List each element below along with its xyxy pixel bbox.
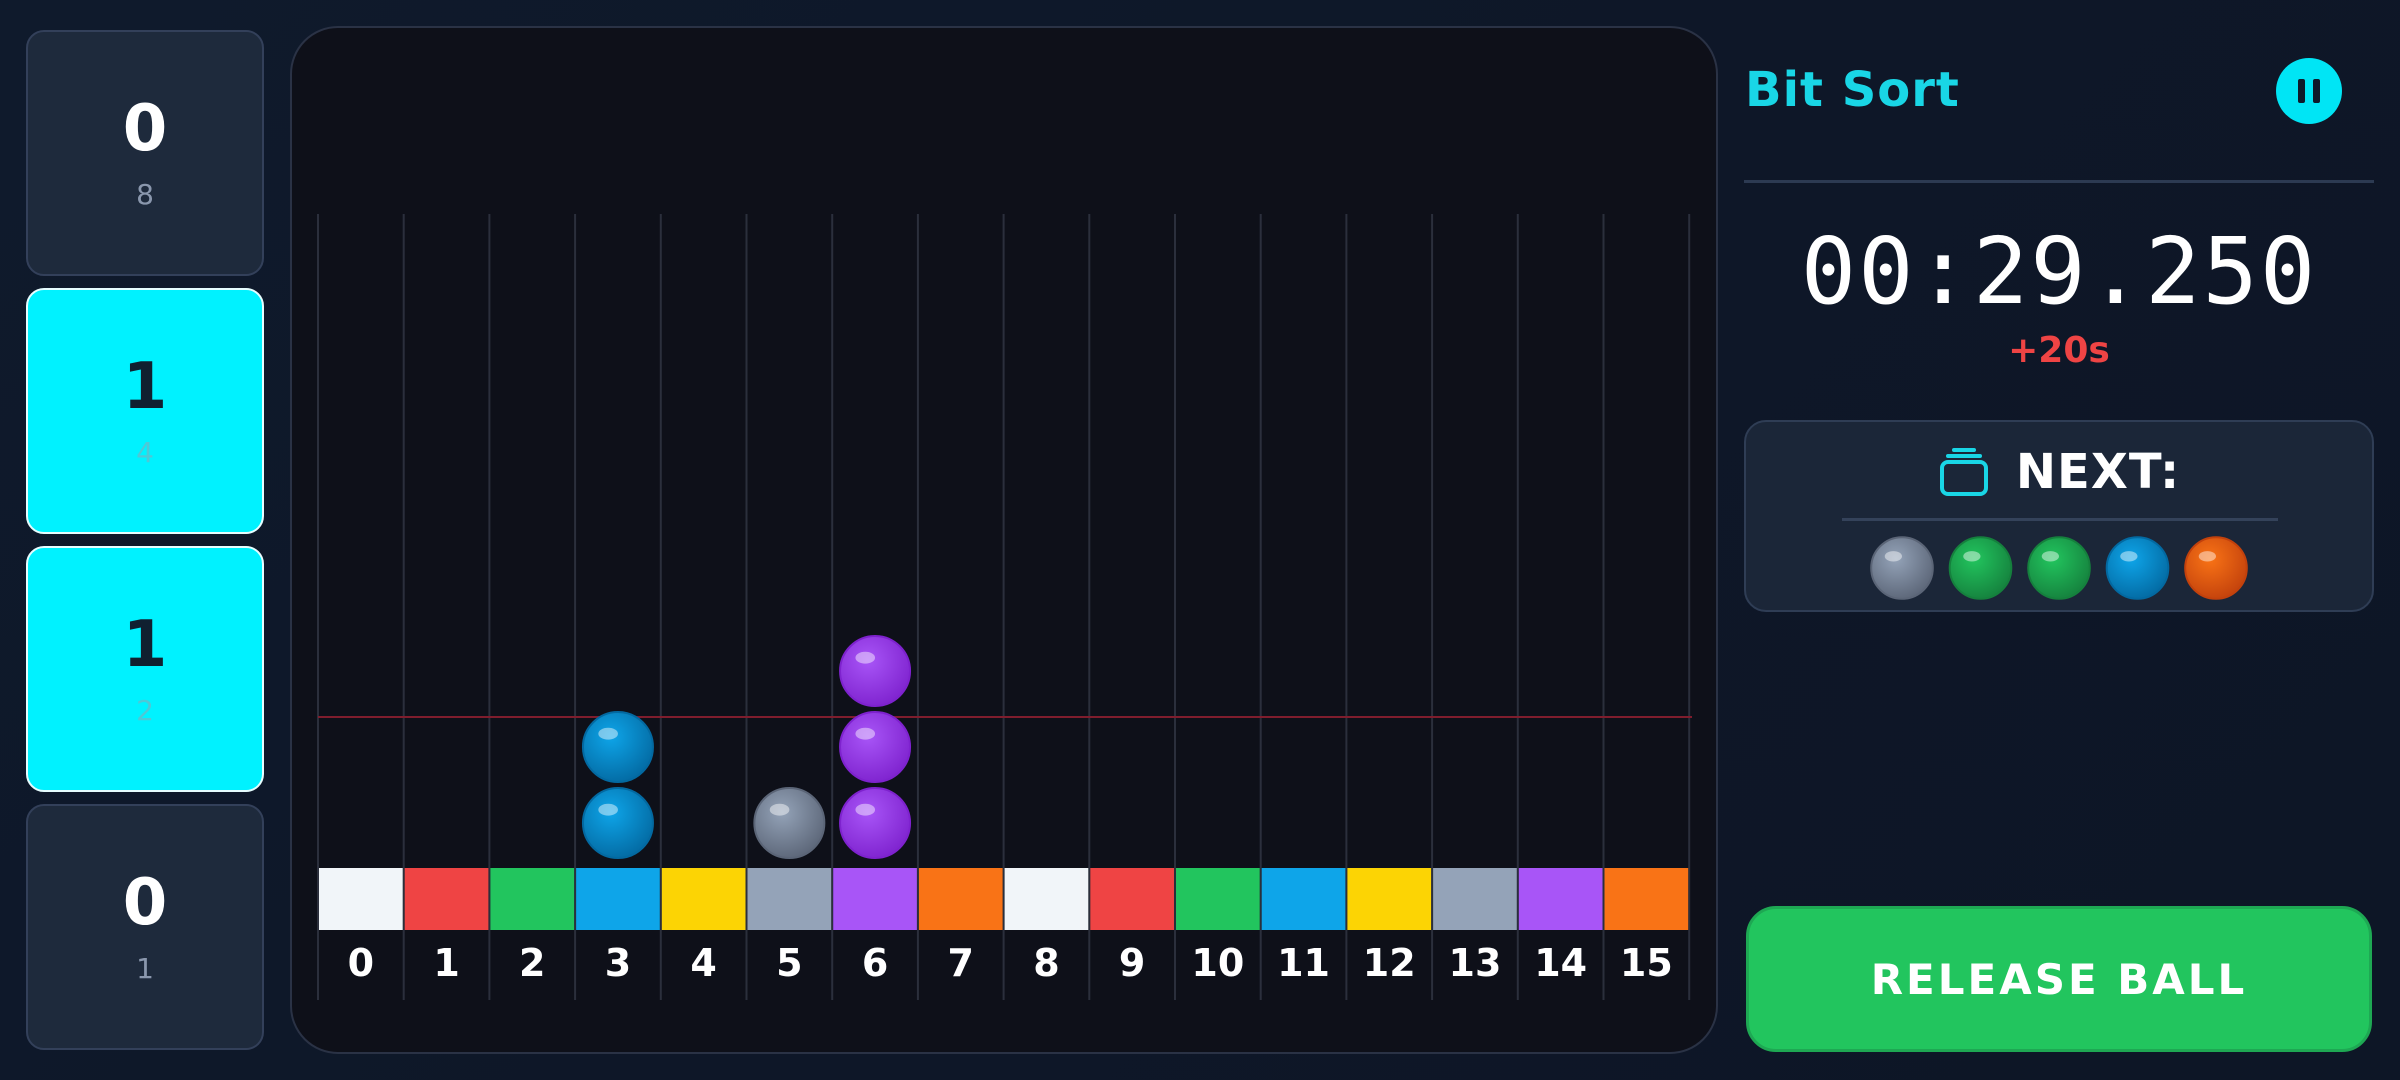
column-label: 7 <box>948 941 974 985</box>
green-ball <box>2027 536 2091 600</box>
pause-icon-bar <box>2313 79 2320 103</box>
bit-weight: 2 <box>136 694 154 727</box>
board-canvas: 0 1 2 3 4 5 6 7 8 9 10 11 12 13 14 15 <box>317 214 1692 1000</box>
column-label: 15 <box>1620 941 1673 985</box>
timer-display: 00:29.250 <box>1800 218 2318 325</box>
bit-value: 0 <box>122 866 168 940</box>
column-labels: 0 1 2 3 4 5 6 7 8 9 10 11 12 13 14 15 <box>348 941 1673 985</box>
next-header: NEXT: <box>1746 444 2372 500</box>
game-screen: 0 8 1 4 1 2 0 1 0 1 2 3 4 5 6 7 8 9 10 11 12 13 14 15 B… <box>0 0 2400 1080</box>
pause-button[interactable] <box>2276 58 2342 124</box>
bit-weight: 1 <box>136 952 154 985</box>
gray-ball <box>1870 536 1934 600</box>
bit-toggle-1[interactable]: 0 1 <box>26 804 264 1050</box>
purple-ball <box>839 787 912 859</box>
stack-layers-icon <box>1939 448 1988 496</box>
column-label: 2 <box>519 941 545 985</box>
bit-value: 1 <box>122 608 168 682</box>
bit-toggle-4[interactable]: 1 4 <box>26 288 264 534</box>
color-tile <box>833 868 917 930</box>
column-label: 4 <box>690 941 716 985</box>
bit-weight: 8 <box>136 178 154 211</box>
blue-ball <box>2105 536 2170 600</box>
column-label: 5 <box>776 941 802 985</box>
color-tile <box>319 868 403 930</box>
color-tile <box>918 868 1003 930</box>
game-title: Bit Sort <box>1745 62 1960 118</box>
column-label: 6 <box>862 941 888 985</box>
next-queue-card: NEXT: <box>1744 420 2374 612</box>
bit-value: 0 <box>122 92 168 166</box>
color-tile <box>1176 868 1260 930</box>
color-tile <box>661 868 746 930</box>
color-tile <box>1518 868 1603 930</box>
column-label: 3 <box>605 941 631 985</box>
color-tile <box>576 868 660 930</box>
blue-ball <box>581 711 654 783</box>
color-tile <box>404 868 489 930</box>
purple-ball <box>839 711 912 783</box>
column-label: 13 <box>1449 941 1502 985</box>
column-label: 10 <box>1191 941 1244 985</box>
column-label: 14 <box>1534 941 1587 985</box>
release-ball-button[interactable]: RELEASE BALL <box>1746 906 2372 1052</box>
color-tile <box>1090 868 1174 930</box>
purple-ball <box>839 635 912 707</box>
column-label: 1 <box>433 941 459 985</box>
color-tile <box>1004 868 1089 930</box>
pause-icon <box>2298 79 2305 103</box>
game-board: 0 1 2 3 4 5 6 7 8 9 10 11 12 13 14 15 <box>290 26 1718 1054</box>
header-divider <box>1744 180 2374 183</box>
column-label: 9 <box>1119 941 1145 985</box>
blue-ball <box>581 787 654 859</box>
penalty-text: +20s <box>2008 330 2110 371</box>
next-label: NEXT: <box>2015 444 2181 500</box>
color-tile <box>1433 868 1517 930</box>
green-ball <box>1948 536 2013 600</box>
bit-weight: 4 <box>136 436 154 469</box>
color-tile <box>747 868 832 930</box>
column-label: 11 <box>1277 941 1330 985</box>
bit-toggle-8[interactable]: 0 8 <box>26 30 264 276</box>
color-tile <box>490 868 575 930</box>
color-tile <box>1261 868 1346 930</box>
orange-ball <box>2184 536 2248 600</box>
next-divider <box>1842 518 2278 521</box>
color-tile <box>1604 868 1689 930</box>
next-balls <box>1870 536 2248 600</box>
column-label: 8 <box>1033 941 1059 985</box>
column-label: 12 <box>1363 941 1416 985</box>
gray-ball <box>753 787 826 859</box>
release-ball-label: RELEASE BALL <box>1870 954 2248 1004</box>
bit-toggle-2[interactable]: 1 2 <box>26 546 264 792</box>
column-label: 0 <box>348 941 374 985</box>
bit-value: 1 <box>122 350 168 424</box>
color-tile <box>1347 868 1432 930</box>
